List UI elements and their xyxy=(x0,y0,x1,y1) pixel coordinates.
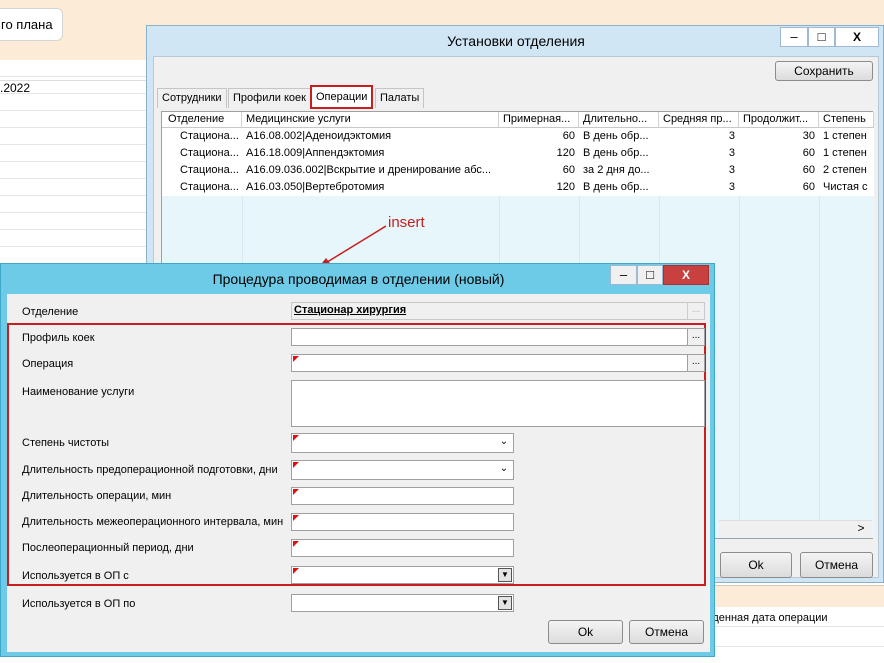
used-to-select[interactable]: ▼ xyxy=(291,594,514,612)
column-header-services[interactable]: Медицинские услуги xyxy=(242,112,499,128)
required-marker xyxy=(293,568,299,574)
dialog-cancel-button[interactable]: Отмена xyxy=(629,620,704,644)
dialog-ok-button[interactable]: Ok xyxy=(548,620,623,644)
department-field: Стационар хирургия ... xyxy=(291,302,705,320)
required-marker xyxy=(293,515,299,521)
required-marker xyxy=(293,541,299,547)
table-cell[interactable]: 30 xyxy=(739,128,819,145)
maximize-button[interactable]: □ xyxy=(808,27,835,47)
table-cell[interactable]: 60 xyxy=(499,162,579,179)
close-button[interactable]: X xyxy=(835,27,879,47)
bed-profile-field[interactable]: ... xyxy=(291,328,705,346)
chevron-down-icon[interactable]: ▼ xyxy=(498,596,512,610)
operation-field[interactable]: ... xyxy=(291,354,705,372)
table-cell[interactable]: Стациона... xyxy=(162,179,242,196)
background-date: .2022 xyxy=(0,81,31,95)
service-name-label: Наименование услуги xyxy=(22,386,135,398)
table-cell[interactable]: 60 xyxy=(499,128,579,145)
table-cell[interactable]: Стациона... xyxy=(162,145,242,162)
preop-duration-label: Длительность предоперационной подготовки… xyxy=(22,464,278,476)
table-cell[interactable]: A16.09.036.002|Вскрытие и дренирование а… xyxy=(242,162,499,179)
table-cell[interactable]: 2 степен xyxy=(819,162,874,179)
insert-annotation: insert xyxy=(388,214,425,231)
cleanliness-label: Степень чистоты xyxy=(22,437,110,449)
minimize-button[interactable]: – xyxy=(780,27,808,47)
settings-cancel-button[interactable]: Отмена xyxy=(800,552,873,578)
table-cell[interactable]: В день обр... xyxy=(579,128,659,145)
table-cell[interactable]: Стациона... xyxy=(162,128,242,145)
table-cell[interactable]: 3 xyxy=(659,145,739,162)
department-value: Стационар хирургия xyxy=(294,304,407,316)
interval-label: Длительность межеоперационного интервала… xyxy=(22,516,284,528)
column-header-length[interactable]: Продолжит... xyxy=(739,112,819,128)
column-header-duration[interactable]: Длительно... xyxy=(579,112,659,128)
tab-wards[interactable]: Палаты xyxy=(375,88,425,108)
table-cell[interactable]: A16.03.050|Вертебротомия xyxy=(242,179,499,196)
table-cell[interactable]: 3 xyxy=(659,128,739,145)
background-bottom-strip xyxy=(715,585,884,607)
chevron-down-icon[interactable]: ⌄ xyxy=(497,434,511,452)
settings-ok-button[interactable]: Ok xyxy=(720,552,792,578)
bed-profile-lookup-button[interactable]: ... xyxy=(687,329,704,345)
procedure-dialog-title: Процедура проводимая в отделении (новый) xyxy=(212,271,505,287)
column-header-degree[interactable]: Степень xyxy=(819,112,874,128)
table-cell[interactable]: 3 xyxy=(659,179,739,196)
chevron-down-icon[interactable]: ⌄ xyxy=(497,461,511,479)
column-header-approx[interactable]: Примерная... xyxy=(499,112,579,128)
table-cell[interactable]: Чистая с xyxy=(819,179,874,196)
procedure-dialog-body: Отделение Стационар хирургия ... Профиль… xyxy=(7,294,710,652)
table-cell[interactable]: 60 xyxy=(739,162,819,179)
close-button[interactable]: X xyxy=(663,265,709,285)
table-cell[interactable]: 60 xyxy=(739,145,819,162)
chevron-down-icon[interactable]: ▼ xyxy=(498,568,512,582)
background-plan-chip[interactable]: го плана xyxy=(0,8,63,41)
table-cell[interactable]: 60 xyxy=(739,179,819,196)
op-duration-label: Длительность операции, мин xyxy=(22,490,172,502)
table-cell[interactable]: 1 степен xyxy=(819,128,874,145)
postop-label: Послеоперационный период, дни xyxy=(22,542,194,554)
required-marker xyxy=(293,356,299,362)
tab-bed-profiles[interactable]: Профили коек xyxy=(228,88,311,108)
procedure-dialog: Процедура проводимая в отделении (новый)… xyxy=(0,263,715,657)
table-cell[interactable]: В день обр... xyxy=(579,179,659,196)
tab-staff[interactable]: Сотрудники xyxy=(157,88,227,108)
tab-operations[interactable]: Операции xyxy=(310,85,374,109)
department-label: Отделение xyxy=(22,306,79,318)
used-from-select[interactable]: ▼ xyxy=(291,566,514,584)
background-bottom-label: жденная дата операции xyxy=(705,612,828,624)
column-header-average[interactable]: Средняя пр... xyxy=(659,112,739,128)
settings-window-title: Установки отделения xyxy=(447,33,585,49)
op-duration-field[interactable] xyxy=(291,487,514,505)
scroll-right-icon[interactable]: > xyxy=(852,520,870,537)
table-cell[interactable]: 120 xyxy=(499,145,579,162)
operation-lookup-button[interactable]: ... xyxy=(687,355,704,371)
postop-field[interactable] xyxy=(291,539,514,557)
operation-label: Операция xyxy=(22,358,74,370)
preop-duration-select[interactable]: ⌄ xyxy=(291,460,514,480)
required-marker xyxy=(293,462,299,468)
column-header-department[interactable]: Отделение xyxy=(162,112,242,128)
minimize-button[interactable]: – xyxy=(610,265,637,285)
used-from-label: Используется в ОП с xyxy=(22,570,129,582)
table-cell[interactable]: 3 xyxy=(659,162,739,179)
table-cell[interactable]: A16.18.009|Аппендэктомия xyxy=(242,145,499,162)
table-cell[interactable]: 120 xyxy=(499,179,579,196)
bed-profile-label: Профиль коек xyxy=(22,332,95,344)
cleanliness-select[interactable]: ⌄ xyxy=(291,433,514,453)
save-button[interactable]: Сохранить xyxy=(775,61,873,81)
department-lookup-button[interactable]: ... xyxy=(687,303,704,319)
table-cell[interactable]: за 2 дня до... xyxy=(579,162,659,179)
required-marker xyxy=(293,489,299,495)
required-marker xyxy=(293,435,299,441)
service-name-field[interactable] xyxy=(291,380,705,427)
table-cell[interactable]: A16.08.002|Аденоидэктомия xyxy=(242,128,499,145)
horizontal-scrollbar[interactable] xyxy=(719,520,872,537)
interval-field[interactable] xyxy=(291,513,514,531)
table-cell[interactable]: Стациона... xyxy=(162,162,242,179)
maximize-button[interactable]: □ xyxy=(637,265,663,285)
table-cell[interactable]: 1 степен xyxy=(819,145,874,162)
used-to-label: Используется в ОП по xyxy=(22,598,136,610)
table-cell[interactable]: В день обр... xyxy=(579,145,659,162)
